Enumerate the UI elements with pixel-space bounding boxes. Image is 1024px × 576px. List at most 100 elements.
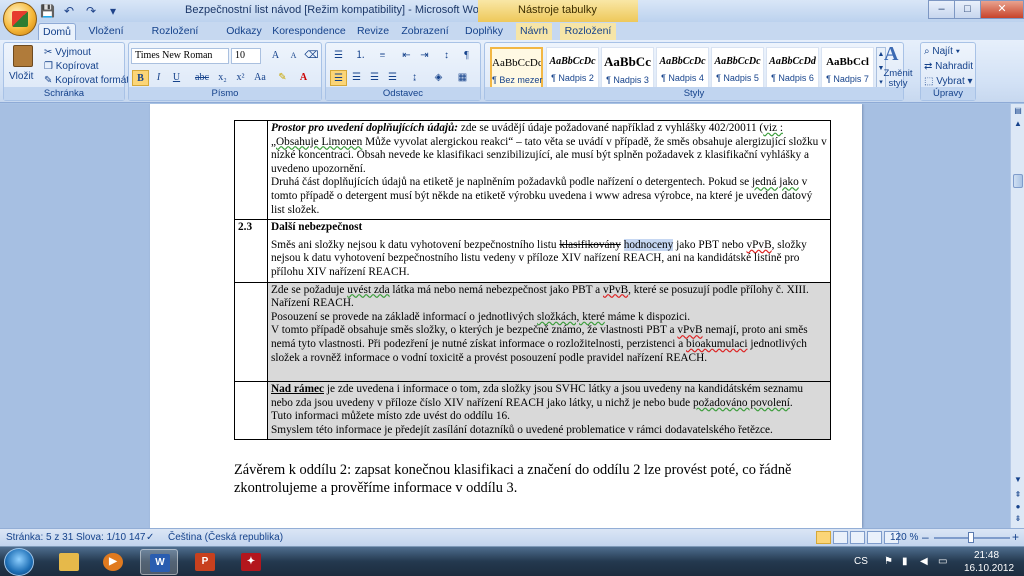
tab-insert[interactable]: Vložení bbox=[86, 23, 126, 40]
shrink-font-button[interactable]: A bbox=[285, 48, 302, 64]
numbering-icon[interactable]: ⒈ bbox=[352, 48, 369, 64]
ruler-toggle-icon[interactable]: ▤ bbox=[1012, 105, 1024, 117]
clock-date[interactable]: 16.10.2012 bbox=[964, 563, 1014, 574]
redo-icon[interactable]: ↷ bbox=[84, 4, 98, 18]
shading-icon[interactable]: ◈ bbox=[430, 70, 447, 86]
taskbar-media-player[interactable]: ▶ bbox=[94, 549, 132, 575]
office-button[interactable] bbox=[3, 2, 37, 36]
scroll-up-icon[interactable]: ▲ bbox=[1012, 118, 1024, 130]
full-screen-icon[interactable] bbox=[833, 531, 848, 544]
tab-references[interactable]: Odkazy bbox=[224, 23, 264, 40]
line-spacing-icon[interactable]: ↨ bbox=[406, 70, 423, 86]
scroll-down-icon[interactable]: ▼ bbox=[1012, 474, 1024, 486]
paste-button[interactable]: Vložit bbox=[7, 45, 39, 87]
tab-review[interactable]: Revize bbox=[354, 23, 392, 40]
browse-object-icon[interactable]: ● bbox=[1012, 501, 1024, 513]
tab-addins[interactable]: Doplňky bbox=[460, 23, 508, 40]
font-size-select[interactable]: 10 bbox=[231, 48, 261, 64]
increase-indent-icon[interactable]: ⇥ bbox=[416, 48, 433, 64]
word-count[interactable]: Slova: 1/10 147 bbox=[76, 532, 146, 543]
zoom-out-button[interactable]: – bbox=[922, 530, 929, 544]
table-cell[interactable]: Nad rámec je zde uvedena i informace o t… bbox=[267, 381, 831, 441]
tab-layout[interactable]: Rozložení bbox=[560, 23, 616, 40]
font-color-icon[interactable]: A bbox=[295, 70, 312, 86]
change-styles-button[interactable]: A Změnit styly bbox=[878, 43, 914, 89]
zoom-level[interactable]: 120 % bbox=[890, 532, 918, 543]
style-heading-6[interactable]: AaBbCcDd ¶ Nadpis 6 bbox=[766, 47, 819, 89]
highlight-icon[interactable]: ✎ bbox=[274, 70, 291, 86]
sort-icon[interactable]: ↕ bbox=[438, 48, 455, 64]
replace-button[interactable]: ⇄ Nahradit bbox=[924, 61, 973, 72]
tab-design[interactable]: Návrh bbox=[516, 23, 552, 40]
italic-button[interactable]: I bbox=[150, 70, 167, 86]
previous-page-icon[interactable]: ⇞ bbox=[1012, 489, 1024, 501]
decrease-indent-icon[interactable]: ⇤ bbox=[398, 48, 415, 64]
bold-button[interactable]: B bbox=[132, 70, 149, 86]
grow-font-button[interactable]: A bbox=[267, 48, 284, 64]
minimize-button[interactable]: – bbox=[928, 0, 955, 19]
undo-icon[interactable]: ↶ bbox=[62, 4, 76, 18]
show-marks-icon[interactable]: ¶ bbox=[458, 48, 475, 64]
clock-time[interactable]: 21:48 bbox=[974, 550, 999, 561]
copy-button[interactable]: ❐ Kopírovat bbox=[44, 61, 99, 72]
align-left-icon[interactable]: ☰ bbox=[330, 70, 347, 86]
tray-network-icon[interactable]: ▮ bbox=[902, 556, 908, 567]
section-number[interactable]: 2.3 bbox=[234, 219, 268, 283]
style-heading-7[interactable]: AaBbCcl ¶ Nadpis 7 bbox=[821, 47, 874, 89]
bullets-icon[interactable]: ☰ bbox=[330, 48, 347, 64]
start-button[interactable] bbox=[4, 548, 34, 576]
save-icon[interactable]: 💾 bbox=[40, 4, 55, 18]
tab-mailings[interactable]: Korespondence bbox=[272, 23, 346, 40]
style-heading-2[interactable]: AaBbCcDc ¶ Nadpis 2 bbox=[546, 47, 599, 89]
find-button[interactable]: ⌕ Najít ▾ bbox=[924, 46, 960, 57]
borders-icon[interactable]: ▦ bbox=[454, 70, 471, 86]
proofing-icon[interactable]: ✓ bbox=[146, 532, 154, 543]
justify-icon[interactable]: ☰ bbox=[384, 70, 401, 86]
style-heading-5[interactable]: AaBbCcDc ¶ Nadpis 5 bbox=[711, 47, 764, 89]
subscript-button[interactable]: x₂ bbox=[214, 70, 231, 86]
table-cell[interactable] bbox=[234, 381, 268, 441]
scroll-thumb[interactable] bbox=[1013, 174, 1023, 188]
customize-qat-icon[interactable]: ▾ bbox=[106, 4, 120, 18]
next-page-icon[interactable]: ⇟ bbox=[1012, 513, 1024, 525]
strikethrough-button[interactable]: abc bbox=[192, 70, 212, 86]
maximize-button[interactable]: □ bbox=[954, 0, 981, 19]
document-page[interactable]: Prostor pro uvedení doplňujících údajů: … bbox=[150, 104, 862, 528]
taskbar-acrobat[interactable]: ✦ bbox=[232, 549, 270, 575]
change-case-button[interactable]: Aa bbox=[250, 70, 270, 86]
table-cell[interactable] bbox=[234, 119, 268, 221]
outline-icon[interactable] bbox=[867, 531, 882, 544]
table-cell[interactable] bbox=[234, 281, 268, 383]
multilevel-list-icon[interactable]: ≡ bbox=[374, 48, 391, 64]
tray-power-icon[interactable]: ▭ bbox=[938, 556, 947, 567]
tab-home[interactable]: Domů bbox=[38, 23, 76, 40]
tray-flag-icon[interactable]: ⚑ bbox=[884, 556, 893, 567]
table-cell[interactable]: Zde se požaduje uvést zda látka má nebo … bbox=[267, 281, 831, 383]
zoom-slider-thumb[interactable] bbox=[968, 532, 974, 543]
align-right-icon[interactable]: ☰ bbox=[366, 70, 383, 86]
input-language[interactable]: CS bbox=[854, 556, 868, 567]
taskbar-powerpoint[interactable]: P bbox=[186, 549, 224, 575]
align-center-icon[interactable]: ☰ bbox=[348, 70, 365, 86]
style-no-spacing[interactable]: AaBbCcDc ¶ Bez mezer bbox=[490, 47, 543, 89]
language-indicator[interactable]: Čeština (Česká republika) bbox=[168, 532, 283, 543]
format-painter-button[interactable]: ✎ Kopírovat formát bbox=[44, 75, 129, 86]
taskbar-explorer[interactable] bbox=[50, 549, 88, 575]
cut-button[interactable]: ✂ Vyjmout bbox=[44, 47, 91, 58]
table-cell[interactable]: Další nebezpečnost Směs ani složky nejso… bbox=[267, 219, 831, 283]
web-layout-icon[interactable] bbox=[850, 531, 865, 544]
style-heading-3[interactable]: AaBbCc ¶ Nadpis 3 bbox=[601, 47, 654, 89]
font-name-select[interactable]: Times New Roman bbox=[131, 48, 229, 64]
zoom-in-button[interactable]: + bbox=[1012, 530, 1019, 544]
page-indicator[interactable]: Stránka: 5 z 31 bbox=[6, 532, 73, 543]
vertical-scrollbar[interactable]: ▤ ▲ ▼ ⇞ ● ⇟ bbox=[1010, 104, 1024, 528]
tab-page-layout[interactable]: Rozložení stránky bbox=[134, 23, 216, 53]
close-button[interactable]: ✕ bbox=[980, 0, 1024, 19]
select-button[interactable]: ⬚ Vybrat ▾ bbox=[924, 76, 973, 87]
print-layout-icon[interactable] bbox=[816, 531, 831, 544]
tray-volume-icon[interactable]: ◀ bbox=[920, 556, 928, 567]
clear-format-icon[interactable]: ⌫ bbox=[303, 48, 320, 64]
table-cell[interactable]: Prostor pro uvedení doplňujících údajů: … bbox=[267, 119, 831, 221]
tab-view[interactable]: Zobrazení bbox=[400, 23, 450, 40]
taskbar-word[interactable]: W bbox=[140, 549, 178, 575]
